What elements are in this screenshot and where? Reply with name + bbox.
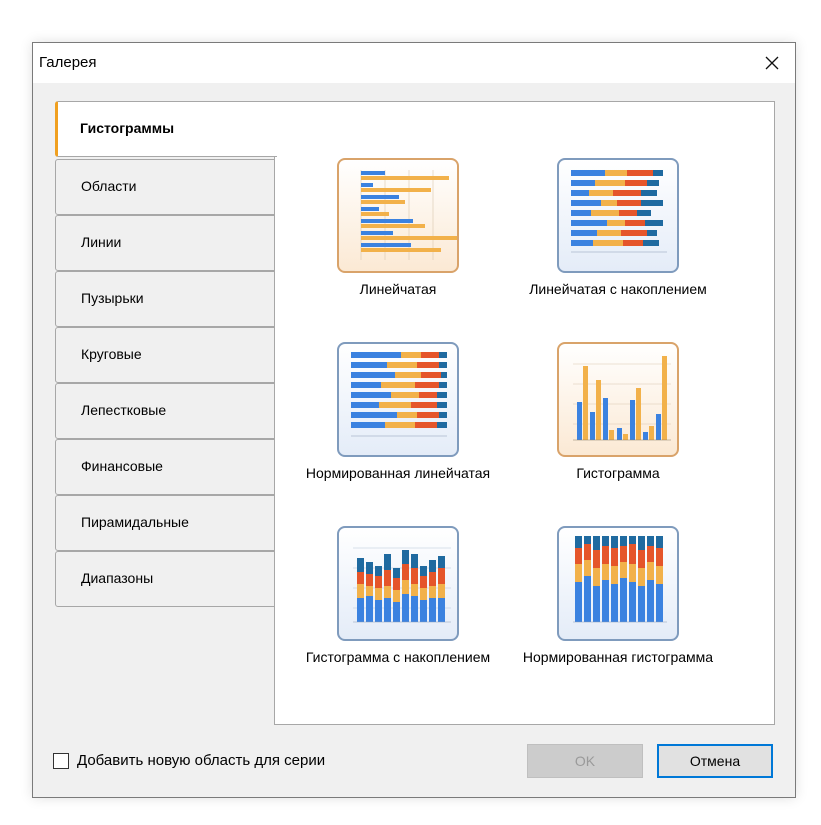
full-stacked-column-chart-icon [557,526,679,641]
tab-areas[interactable]: Области [55,159,276,215]
tab-label: Круговые [81,346,142,362]
checkbox-label: Добавить новую область для серии [77,752,326,769]
close-icon [765,56,779,70]
chart-option-label: Нормированная гистограмма [522,649,714,665]
tab-label: Пирамидальные [81,514,189,530]
bar-chart-icon [337,158,459,273]
dialog-title: Галерея [39,54,97,71]
tab-radar[interactable]: Лепестковые [55,383,276,439]
tab-label: Лепестковые [81,402,167,418]
close-button[interactable] [749,43,795,83]
add-new-pane-checkbox[interactable]: Добавить новую область для серии [53,752,325,769]
gallery-panel: Линейчатая Линейчатая с накоплением Норм… [274,101,775,725]
tab-financial[interactable]: Финансовые [55,439,276,495]
full-stacked-bar-chart-icon [337,342,459,457]
stacked-bar-chart-icon [557,158,679,273]
tab-pie[interactable]: Круговые [55,327,276,383]
chart-option-label: Линейчатая с накоплением [529,281,707,297]
tab-label: Финансовые [81,458,163,474]
chart-option-full-stacked-column[interactable]: Нормированная гистограмма [507,526,713,696]
ok-button[interactable]: OK [527,744,643,778]
tab-label: Диапазоны [81,570,154,586]
chart-option-stacked-bar[interactable]: Линейчатая с накоплением [507,158,707,328]
gallery-dialog: Галерея Гистограммы Области Линии Пузырь… [32,42,796,798]
tab-pyramid[interactable]: Пирамидальные [55,495,276,551]
tab-bubbles[interactable]: Пузырьки [55,271,276,327]
chart-option-label: Нормированная линейчатая [305,465,491,481]
tab-label: Пузырьки [81,290,144,306]
chart-option-column[interactable]: Гистограмма [507,342,707,512]
chart-option-stacked-column[interactable]: Гистограмма с накоплением [287,526,490,696]
title-bar: Галерея [33,43,795,83]
chart-option-full-stacked-bar[interactable]: Нормированная линейчатая [287,342,490,512]
tab-ranges[interactable]: Диапазоны [55,551,276,607]
cancel-button[interactable]: Отмена [657,744,773,778]
tab-lines[interactable]: Линии [55,215,276,271]
column-chart-icon [557,342,679,457]
chart-option-label: Гистограмма с накоплением [305,649,491,665]
tab-label: Области [81,178,137,194]
tab-label: Линии [81,234,122,250]
chart-option-bar[interactable]: Линейчатая [287,158,487,328]
chart-option-label: Гистограмма [576,465,660,481]
chart-option-label: Линейчатая [359,281,437,297]
tab-histograms[interactable]: Гистограммы [55,101,277,157]
tab-label: Гистограммы [80,120,175,136]
stacked-column-chart-icon [337,526,459,641]
checkbox-box[interactable] [53,752,69,769]
